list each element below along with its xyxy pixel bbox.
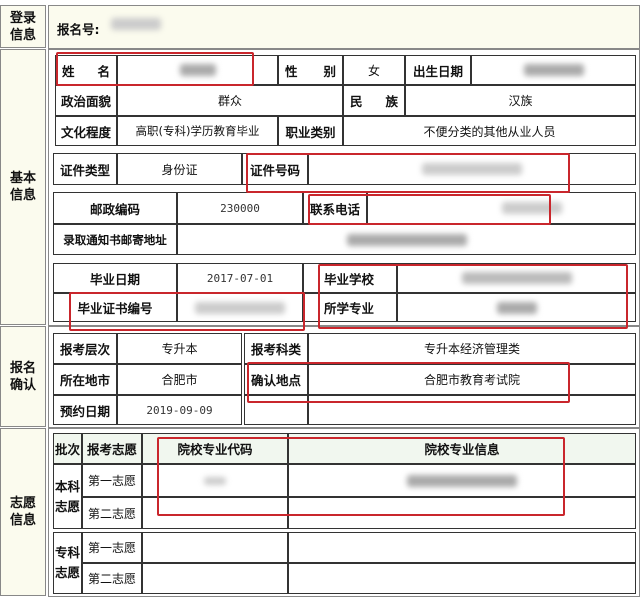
empty-cell bbox=[308, 395, 636, 425]
code-value bbox=[142, 464, 288, 497]
address-value bbox=[177, 224, 636, 255]
wish-header-code: 院校专业代码 bbox=[142, 433, 288, 464]
major-label: 所学专业 bbox=[303, 293, 397, 322]
name-label: 姓名 bbox=[55, 55, 117, 85]
political-value: 群众 bbox=[117, 85, 343, 116]
subject-label: 报考科类 bbox=[244, 333, 308, 364]
id-no-label: 证件号码 bbox=[242, 153, 308, 185]
cert-no-value bbox=[177, 293, 303, 322]
cert-no-label: 毕业证书编号 bbox=[53, 293, 177, 322]
school-value bbox=[397, 263, 636, 293]
wish-header-choice: 报考志愿 bbox=[82, 433, 142, 464]
section-basic-label: 基本信息 bbox=[0, 49, 46, 325]
phone-label: 联系电话 bbox=[303, 192, 367, 224]
grad-date-label: 毕业日期 bbox=[53, 263, 177, 293]
section-confirm-label: 报名确认 bbox=[0, 326, 46, 427]
city-label: 所在地市 bbox=[53, 364, 117, 395]
place-value: 合肥市教育考试院 bbox=[308, 364, 636, 395]
choice-label: 第二志愿 bbox=[82, 563, 142, 594]
info-value bbox=[288, 563, 636, 594]
education-label: 文化程度 bbox=[55, 116, 117, 146]
major-value bbox=[397, 293, 636, 322]
reg-no-value bbox=[111, 18, 161, 30]
reg-no-label: 报名号: bbox=[57, 22, 100, 37]
wish-header-info: 院校专业信息 bbox=[288, 433, 636, 464]
postcode-value: 230000 bbox=[177, 192, 303, 224]
political-label: 政治面貌 bbox=[55, 85, 117, 116]
batch-undergrad: 本科志愿 bbox=[53, 464, 82, 529]
id-type-value: 身份证 bbox=[117, 153, 242, 185]
level-label: 报考层次 bbox=[53, 333, 117, 364]
date-value: 2019-09-09 bbox=[117, 395, 242, 425]
birth-label: 出生日期 bbox=[405, 55, 471, 85]
section-login-label: 登录信息 bbox=[0, 5, 46, 48]
postcode-label: 邮政编码 bbox=[53, 192, 177, 224]
wish-header-batch: 批次 bbox=[53, 433, 82, 464]
name-value bbox=[117, 55, 278, 85]
empty-cell bbox=[244, 395, 308, 425]
login-section: 报名号: bbox=[48, 5, 640, 49]
level-value: 专升本 bbox=[117, 333, 242, 364]
info-value bbox=[288, 464, 636, 497]
choice-label: 第一志愿 bbox=[82, 464, 142, 497]
choice-label: 第二志愿 bbox=[82, 497, 142, 529]
place-label: 确认地点 bbox=[244, 364, 308, 395]
grad-date-value: 2017-07-01 bbox=[177, 263, 303, 293]
code-value bbox=[142, 532, 288, 563]
subject-value: 专升本经济管理类 bbox=[308, 333, 636, 364]
info-value bbox=[288, 497, 636, 529]
address-label: 录取通知书邮寄地址 bbox=[53, 224, 177, 255]
id-no-value bbox=[308, 153, 636, 185]
phone-value bbox=[367, 192, 636, 224]
education-value: 高职(专科)学历教育毕业 bbox=[117, 116, 278, 146]
section-wish-label: 志愿信息 bbox=[0, 428, 46, 596]
id-type-label: 证件类型 bbox=[53, 153, 117, 185]
ethnic-value: 汉族 bbox=[405, 85, 636, 116]
code-value bbox=[142, 497, 288, 529]
school-label: 毕业学校 bbox=[303, 263, 397, 293]
choice-label: 第一志愿 bbox=[82, 532, 142, 563]
batch-college: 专科志愿 bbox=[53, 532, 82, 594]
occupation-label: 职业类别 bbox=[278, 116, 343, 146]
code-value bbox=[142, 563, 288, 594]
gender-value: 女 bbox=[343, 55, 405, 85]
ethnic-label: 民族 bbox=[343, 85, 405, 116]
info-value bbox=[288, 532, 636, 563]
city-value: 合肥市 bbox=[117, 364, 242, 395]
date-label: 预约日期 bbox=[53, 395, 117, 425]
birth-value bbox=[471, 55, 636, 85]
occupation-value: 不便分类的其他从业人员 bbox=[343, 116, 636, 146]
gender-label: 性别 bbox=[278, 55, 343, 85]
